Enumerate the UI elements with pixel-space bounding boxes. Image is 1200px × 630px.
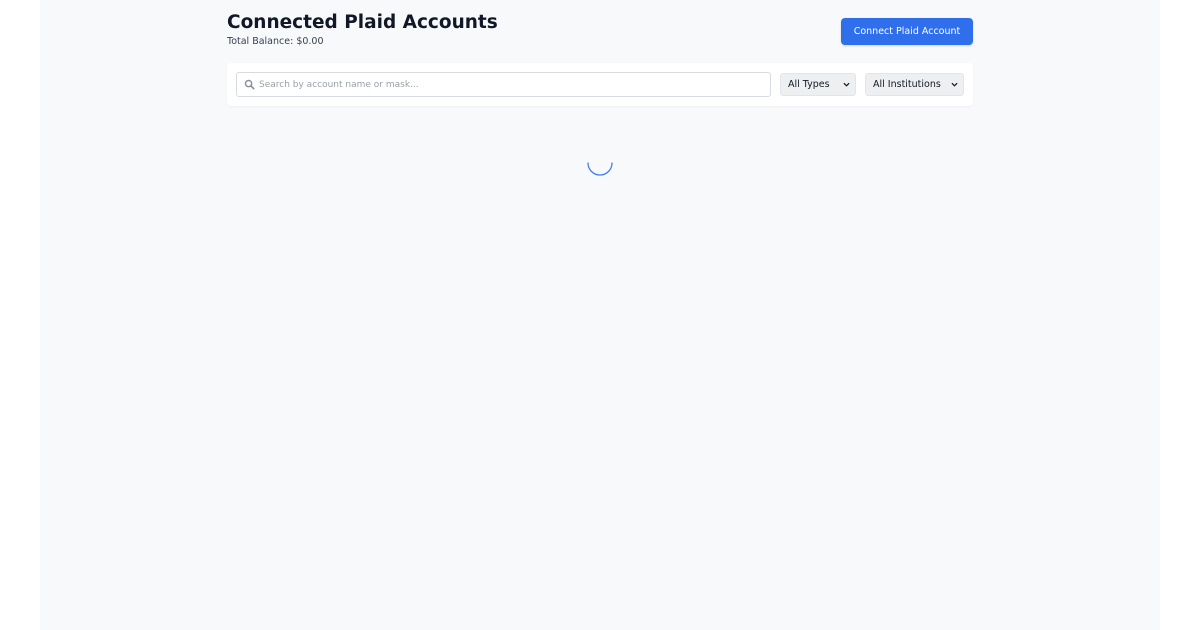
institution-select[interactable]: All Institutions	[865, 73, 964, 96]
account-type-select-value: All Types	[788, 79, 830, 90]
institution-select-value: All Institutions	[873, 79, 941, 90]
page-background: Connected Plaid Accounts Total Balance: …	[40, 0, 1160, 630]
account-type-select[interactable]: All Types	[780, 73, 856, 96]
total-balance: Total Balance: $0.00	[227, 36, 324, 47]
search-field[interactable]	[236, 72, 771, 97]
connect-plaid-account-button[interactable]: Connect Plaid Account	[841, 18, 973, 45]
page-header: Connected Plaid Accounts Total Balance: …	[227, 0, 973, 63]
loading-spinner-icon	[587, 162, 613, 176]
page-title: Connected Plaid Accounts	[227, 12, 498, 33]
search-input[interactable]	[259, 73, 764, 96]
filter-bar: All Types All Institutions	[227, 63, 973, 106]
chevron-down-icon	[843, 82, 850, 87]
chevron-down-icon	[951, 82, 958, 87]
search-icon	[244, 79, 255, 90]
accounts-container: Connected Plaid Accounts Total Balance: …	[227, 0, 973, 106]
